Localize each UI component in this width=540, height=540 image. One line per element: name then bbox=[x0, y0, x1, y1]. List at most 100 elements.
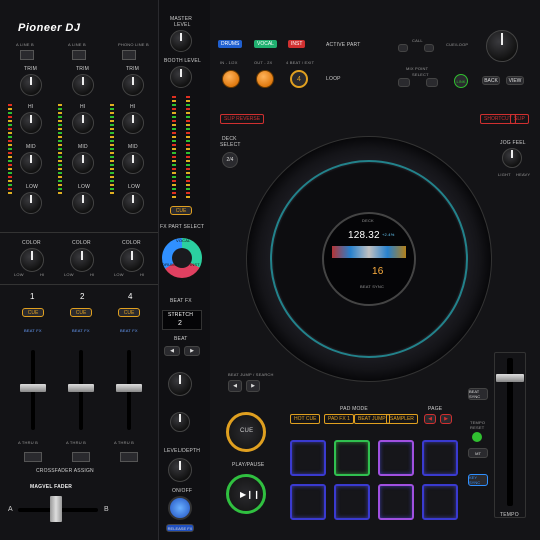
mix-point-right-button[interactable] bbox=[426, 78, 438, 87]
channel-number-3: 4 bbox=[128, 292, 133, 301]
active-part-drums[interactable]: DRUMS bbox=[218, 40, 243, 48]
slip-button[interactable]: SLIP bbox=[510, 114, 529, 124]
search-back-button[interactable]: ◀ bbox=[228, 380, 242, 392]
level-depth-knob[interactable] bbox=[168, 458, 192, 482]
input-selector-2[interactable] bbox=[72, 50, 86, 60]
mid-knob-3[interactable] bbox=[122, 152, 144, 174]
performance-pad-5[interactable] bbox=[290, 484, 326, 520]
jog-display-beat-sync: BEAT SYNC bbox=[360, 284, 385, 289]
hi-label-2: HI bbox=[80, 104, 86, 110]
input-selector-3[interactable] bbox=[122, 50, 136, 60]
color-label-1: COLOR bbox=[22, 240, 41, 246]
performance-pad-7[interactable] bbox=[378, 484, 414, 520]
crossfader-assign-switch-2[interactable] bbox=[72, 452, 90, 462]
cue-button-ch4[interactable]: CUE bbox=[118, 308, 140, 317]
cue-label: CUE bbox=[240, 428, 254, 434]
trim-knob-3[interactable] bbox=[122, 74, 144, 96]
input-selector-1[interactable] bbox=[20, 50, 34, 60]
low-knob-3[interactable] bbox=[122, 192, 144, 214]
play-pause-label: PLAY/PAUSE bbox=[232, 462, 265, 468]
trim-knob-1[interactable] bbox=[20, 74, 42, 96]
select-label: SELECT bbox=[412, 72, 429, 77]
color-knob-3[interactable] bbox=[120, 248, 144, 272]
mid-knob-1[interactable] bbox=[20, 152, 42, 174]
key-sync-button[interactable]: KEY SYNC bbox=[468, 474, 488, 486]
mixer-divider bbox=[0, 232, 158, 233]
master-tempo-button[interactable]: MT bbox=[468, 448, 488, 458]
cue-button-ch1[interactable]: CUE bbox=[22, 308, 44, 317]
color-hi-label-2: HI bbox=[90, 272, 95, 277]
hi-knob-3[interactable] bbox=[122, 112, 144, 134]
beat-fx-on-off-button[interactable] bbox=[168, 496, 192, 520]
call-label: CALL bbox=[412, 38, 423, 43]
channel-fader-1[interactable] bbox=[20, 384, 46, 392]
browse-rotary[interactable] bbox=[486, 30, 518, 62]
tempo-reset-label-2: RESET bbox=[470, 425, 485, 430]
search-forward-button[interactable]: ▶ bbox=[246, 380, 260, 392]
trim-label-3: TRIM bbox=[126, 66, 140, 72]
beat-fx-channel-knob[interactable] bbox=[170, 412, 190, 432]
tempo-fader[interactable] bbox=[496, 374, 524, 382]
low-label-1: LOW bbox=[26, 184, 38, 190]
performance-pad-4[interactable] bbox=[422, 440, 458, 476]
call-next-button[interactable] bbox=[424, 44, 434, 52]
link-button[interactable]: LINK bbox=[454, 74, 468, 88]
deck-select-button[interactable]: 2/4 bbox=[222, 152, 238, 168]
fx-part-vocal: VOCAL bbox=[176, 238, 191, 243]
channel-fader-2[interactable] bbox=[68, 384, 94, 392]
trim-knob-2[interactable] bbox=[72, 74, 94, 96]
jog-feel-knob[interactable] bbox=[502, 148, 522, 168]
mid-label-1: MID bbox=[26, 144, 36, 150]
booth-level-knob[interactable] bbox=[170, 66, 192, 88]
hi-knob-1[interactable] bbox=[20, 112, 42, 134]
back-button[interactable]: BACK bbox=[482, 76, 500, 85]
beat-right-button[interactable]: ▶ bbox=[184, 346, 200, 356]
cue-button-ch2[interactable]: CUE bbox=[70, 308, 92, 317]
on-off-label: ON/OFF bbox=[172, 488, 193, 494]
beat-left-button[interactable]: ◀ bbox=[164, 346, 180, 356]
page-left-button[interactable]: ◀ bbox=[424, 414, 436, 424]
loop-4beat-button[interactable]: 4 bbox=[290, 70, 308, 88]
pad-mode-sampler[interactable]: SAMPLER bbox=[386, 414, 418, 424]
low-knob-1[interactable] bbox=[20, 192, 42, 214]
performance-pad-3[interactable] bbox=[378, 440, 414, 476]
view-button[interactable]: VIEW bbox=[506, 76, 524, 85]
page-right-button[interactable]: ▶ bbox=[440, 414, 452, 424]
performance-pad-8[interactable] bbox=[422, 484, 458, 520]
color-hi-label-3: HI bbox=[140, 272, 145, 277]
crossfader-assign-switch-3[interactable] bbox=[120, 452, 138, 462]
color-low-label-3: LOW bbox=[114, 272, 124, 277]
tempo-reset-button[interactable] bbox=[472, 432, 482, 442]
pad-mode-beat-jump[interactable]: BEAT JUMP bbox=[354, 414, 390, 424]
active-part-vocal[interactable]: VOCAL bbox=[254, 40, 277, 48]
hi-knob-2[interactable] bbox=[72, 112, 94, 134]
loop-out-button[interactable] bbox=[256, 70, 274, 88]
color-knob-1[interactable] bbox=[20, 248, 44, 272]
performance-pad-6[interactable] bbox=[334, 484, 370, 520]
active-part-inst[interactable]: INST bbox=[288, 40, 306, 48]
performance-pad-2[interactable] bbox=[334, 440, 370, 476]
loop-in-button[interactable] bbox=[222, 70, 240, 88]
master-cue-button[interactable]: CUE bbox=[170, 206, 192, 215]
mix-point-left-button[interactable] bbox=[398, 78, 410, 87]
low-knob-2[interactable] bbox=[72, 192, 94, 214]
mid-knob-2[interactable] bbox=[72, 152, 94, 174]
call-prev-button[interactable] bbox=[398, 44, 408, 52]
color-low-label-1: LOW bbox=[14, 272, 24, 277]
master-level-knob[interactable] bbox=[170, 30, 192, 52]
beat-sync-button[interactable]: BEAT SYNC bbox=[468, 388, 488, 400]
performance-pad-1[interactable] bbox=[290, 440, 326, 476]
beat-fx-select-knob[interactable] bbox=[168, 372, 192, 396]
loop-4beat-label: 4 BEAT / EXIT bbox=[286, 60, 315, 65]
channel-fader-4[interactable] bbox=[116, 384, 142, 392]
color-knob-2[interactable] bbox=[70, 248, 94, 272]
mixer-divider-2 bbox=[0, 284, 158, 285]
crossfader[interactable] bbox=[50, 496, 62, 522]
release-fx-button[interactable]: RELEASE FX bbox=[166, 524, 194, 532]
low-label-2: LOW bbox=[78, 184, 90, 190]
color-label-2: COLOR bbox=[72, 240, 91, 246]
crossfader-assign-switch-1[interactable] bbox=[24, 452, 42, 462]
pad-mode-pad-fx[interactable]: PAD FX 1 bbox=[324, 414, 354, 424]
pad-mode-hot-cue[interactable]: HOT CUE bbox=[290, 414, 321, 424]
slip-reverse-button[interactable]: SLIP REVERSE bbox=[220, 114, 265, 124]
